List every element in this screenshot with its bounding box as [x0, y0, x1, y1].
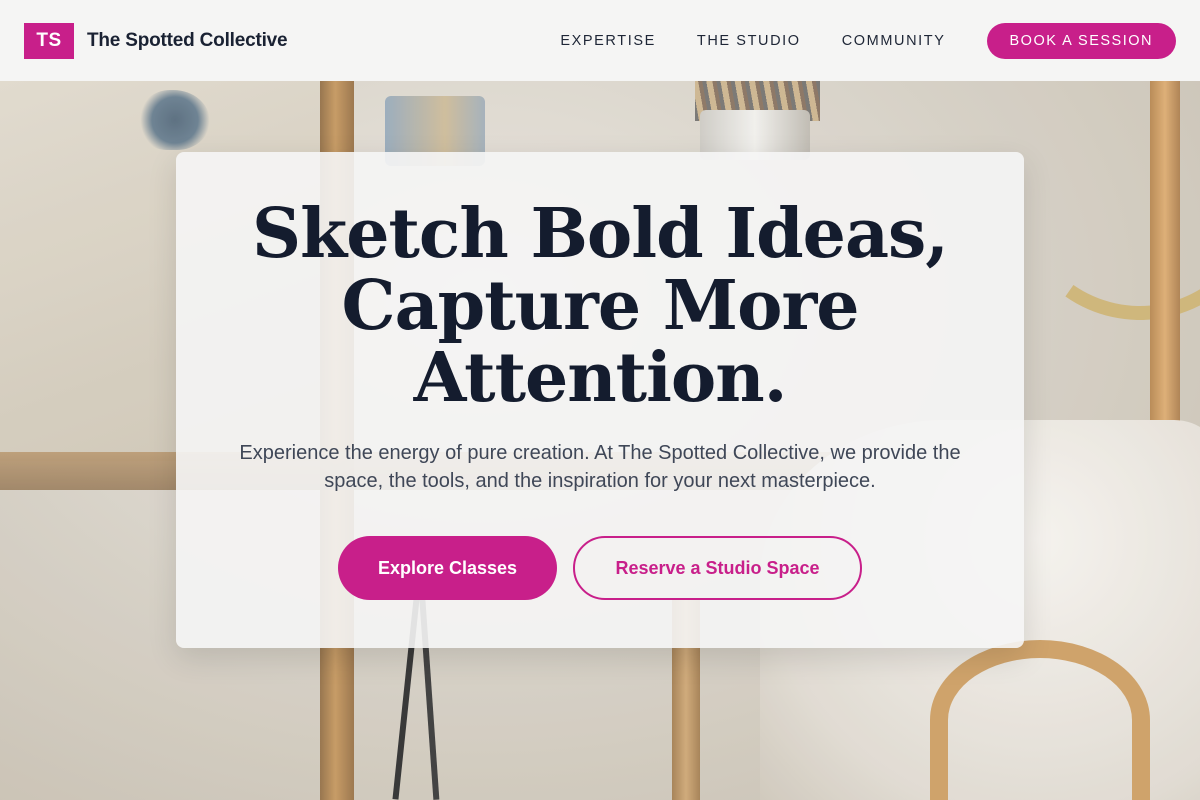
nav-link-expertise[interactable]: EXPERTISE — [560, 33, 656, 49]
hero-actions: Explore Classes Reserve a Studio Space — [176, 536, 1024, 600]
main-nav: EXPERTISE THE STUDIO COMMUNITY BOOK A SE… — [560, 22, 1176, 59]
headline-line: Attention. — [413, 338, 788, 418]
headline-line: Capture More — [341, 266, 859, 346]
reserve-studio-button[interactable]: Reserve a Studio Space — [573, 536, 862, 600]
hero-card: Sketch Bold Ideas, Capture More Attentio… — [176, 152, 1024, 648]
nav-link-community[interactable]: COMMUNITY — [842, 33, 946, 49]
headline-line: Sketch Bold Ideas, — [252, 194, 949, 274]
logo-mark[interactable]: TS — [24, 22, 74, 59]
book-session-button[interactable]: BOOK A SESSION — [986, 22, 1176, 59]
hero-headline: Sketch Bold Ideas, Capture More Attentio… — [176, 198, 1024, 414]
site-header: TS The Spotted Collective EXPERTISE THE … — [0, 0, 1200, 81]
hero-subtext: Experience the energy of pure creation. … — [239, 442, 961, 492]
brand-name[interactable]: The Spotted Collective — [87, 30, 288, 52]
explore-classes-button[interactable]: Explore Classes — [338, 536, 557, 600]
nav-link-the-studio[interactable]: THE STUDIO — [697, 33, 801, 49]
